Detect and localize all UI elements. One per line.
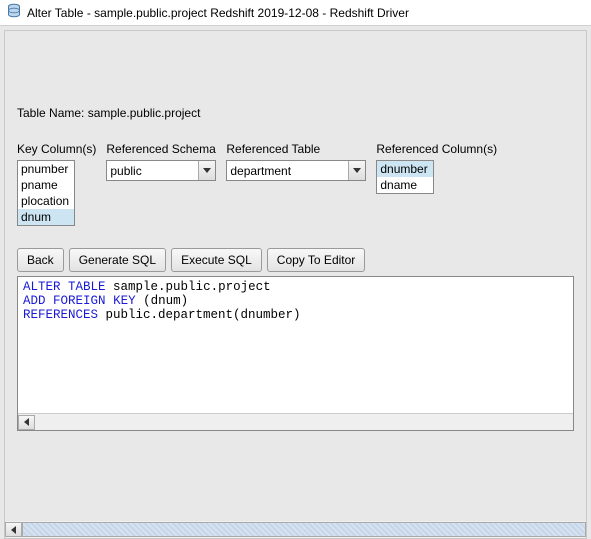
copy-to-editor-button[interactable]: Copy To Editor bbox=[267, 248, 366, 272]
ref-schema-input[interactable] bbox=[107, 161, 198, 180]
ref-schema-header: Referenced Schema bbox=[106, 142, 216, 156]
table-name-value: sample.public.project bbox=[88, 106, 201, 120]
key-column-item[interactable]: pnumber bbox=[18, 161, 74, 177]
scroll-left-button[interactable] bbox=[5, 522, 22, 537]
content-panel: Table Name: sample.public.project Key Co… bbox=[4, 30, 587, 539]
generate-sql-button[interactable]: Generate SQL bbox=[69, 248, 166, 272]
key-columns-list[interactable]: pnumberpnameplocationdnum bbox=[17, 160, 75, 226]
panel-horizontal-scrollbar[interactable] bbox=[5, 521, 586, 538]
sql-panel: ALTER TABLE sample.public.project ADD FO… bbox=[17, 276, 574, 431]
key-column-item[interactable]: dnum bbox=[18, 209, 74, 225]
database-icon bbox=[6, 3, 22, 22]
table-name-row: Table Name: sample.public.project bbox=[17, 106, 574, 120]
ref-table-input[interactable] bbox=[227, 161, 348, 180]
scroll-left-button[interactable] bbox=[18, 415, 35, 430]
triangle-left-icon bbox=[11, 526, 16, 534]
ref-column-item[interactable]: dname bbox=[377, 177, 433, 193]
chevron-down-icon bbox=[353, 168, 361, 173]
ref-column-item[interactable]: dnumber bbox=[377, 161, 433, 177]
key-column-item[interactable]: pname bbox=[18, 177, 74, 193]
ref-table-dropdown-button[interactable] bbox=[348, 161, 365, 180]
sql-textarea[interactable]: ALTER TABLE sample.public.project ADD FO… bbox=[18, 277, 573, 413]
ref-table-combo[interactable] bbox=[226, 160, 366, 181]
window-title: Alter Table - sample.public.project Reds… bbox=[27, 6, 409, 20]
ref-columns-list[interactable]: dnumberdname bbox=[376, 160, 434, 194]
triangle-left-icon bbox=[24, 418, 29, 426]
execute-sql-button[interactable]: Execute SQL bbox=[171, 248, 262, 272]
ref-columns-header: Referenced Column(s) bbox=[376, 142, 497, 156]
scrollbar-track[interactable] bbox=[22, 522, 586, 537]
table-name-label: Table Name: bbox=[17, 106, 88, 120]
chevron-down-icon bbox=[203, 168, 211, 173]
ref-table-header: Referenced Table bbox=[226, 142, 366, 156]
sql-horizontal-scrollbar[interactable] bbox=[18, 413, 573, 430]
window-titlebar: Alter Table - sample.public.project Reds… bbox=[0, 0, 591, 26]
key-column-item[interactable]: plocation bbox=[18, 193, 74, 209]
ref-schema-combo[interactable] bbox=[106, 160, 216, 181]
key-columns-header: Key Column(s) bbox=[17, 142, 96, 156]
ref-schema-dropdown-button[interactable] bbox=[198, 161, 215, 180]
back-button[interactable]: Back bbox=[17, 248, 64, 272]
